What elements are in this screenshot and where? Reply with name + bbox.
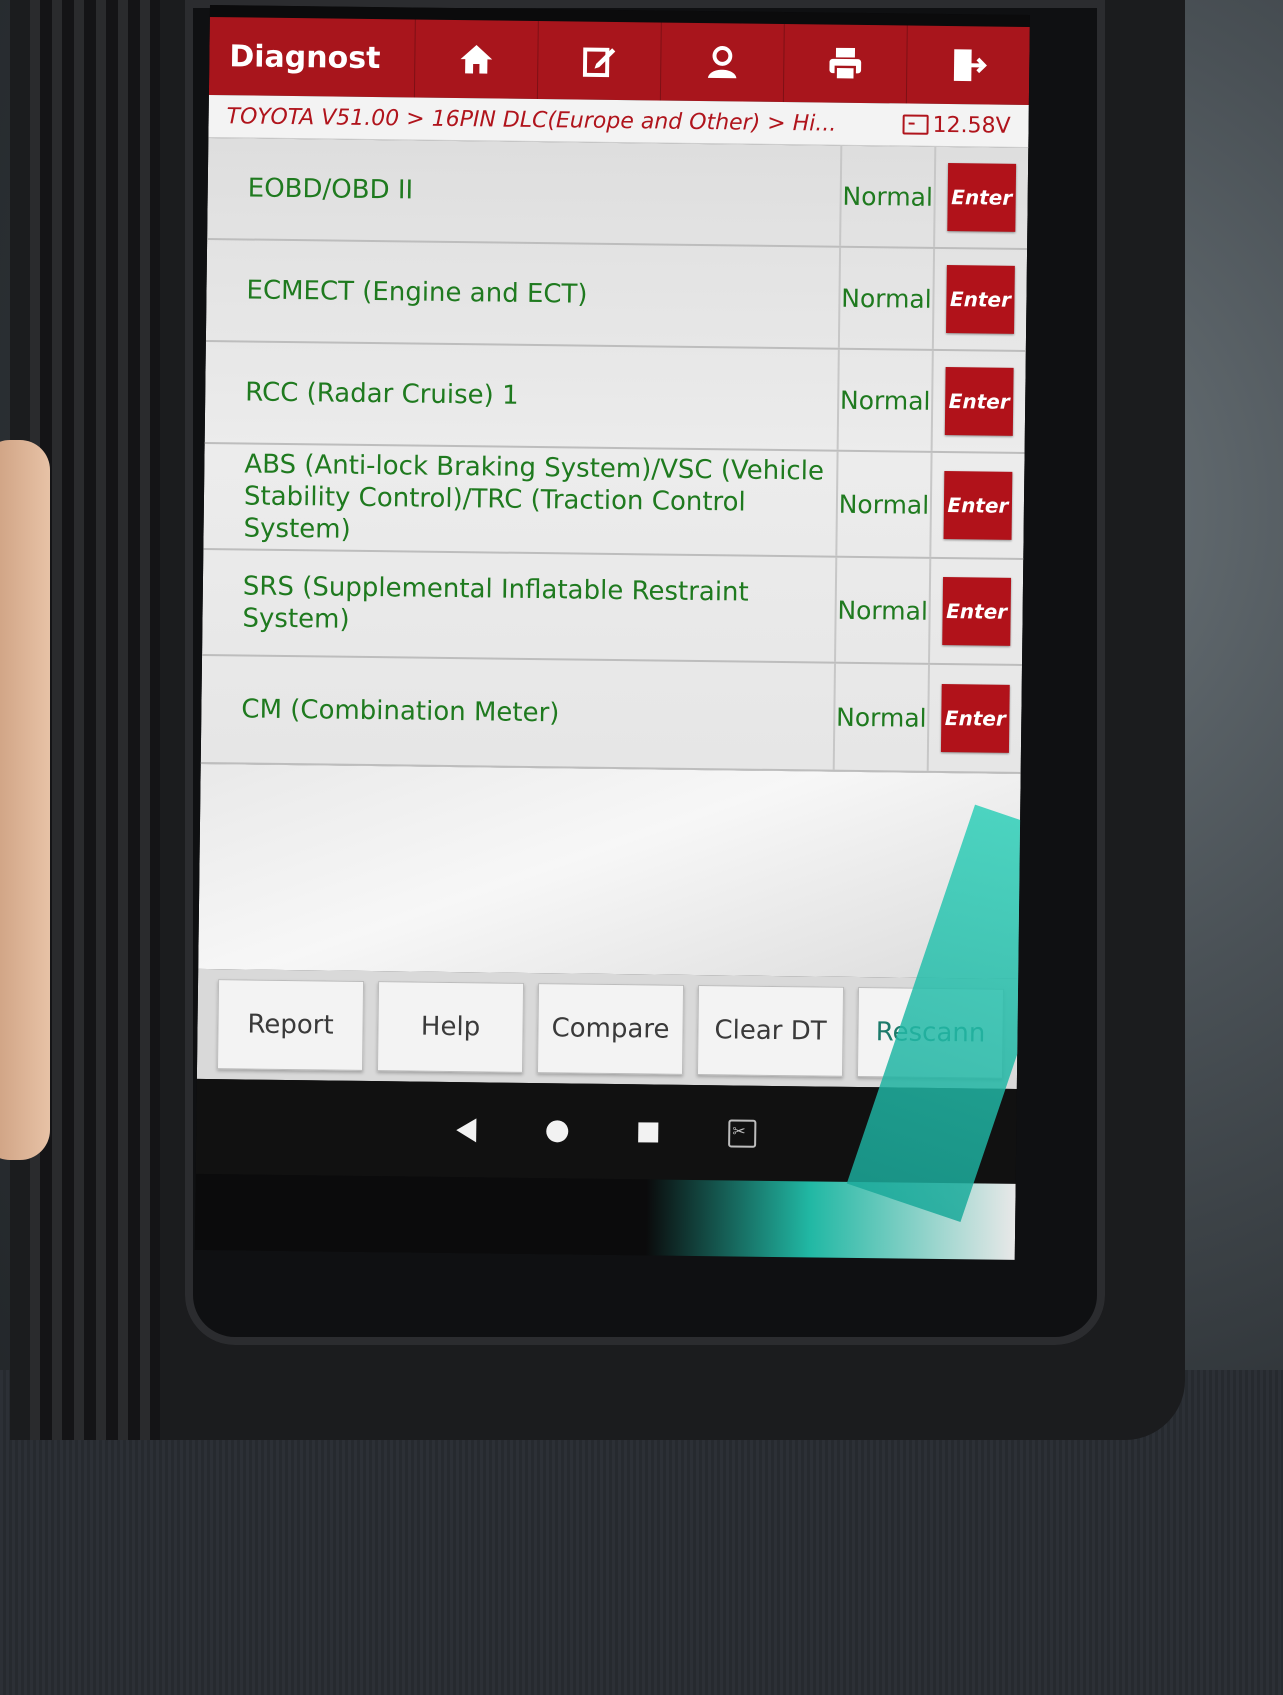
user-icon bbox=[707, 46, 737, 79]
help-button[interactable]: Help bbox=[376, 981, 525, 1073]
voltage-value: 12.58V bbox=[932, 112, 1011, 139]
system-row: RCC (Radar Cruise) 1 Normal Enter bbox=[204, 341, 1026, 454]
system-status: Normal bbox=[838, 349, 934, 451]
system-name: RCC (Radar Cruise) 1 bbox=[204, 341, 840, 450]
system-name: ECMECT (Engine and ECT) bbox=[205, 239, 842, 348]
system-action-cell: Enter bbox=[931, 453, 1024, 558]
system-status: Normal bbox=[836, 557, 932, 663]
device-screen: Diagnost TOYOTA V51.00 > 16PIN DLC(Europ… bbox=[194, 5, 1030, 1260]
compare-button[interactable]: Compare bbox=[536, 983, 685, 1075]
system-list: EOBD/OBD II Normal Enter ECMECT (Engine … bbox=[200, 137, 1029, 774]
app-title: Diagnost bbox=[229, 38, 381, 76]
system-action-cell: Enter bbox=[935, 147, 1028, 248]
system-name: EOBD/OBD II bbox=[207, 137, 843, 246]
system-row: ABS (Anti-lock Braking System)/VSC (Vehi… bbox=[203, 443, 1025, 560]
list-empty-area bbox=[198, 763, 1030, 1223]
home-circle-icon[interactable] bbox=[546, 1119, 569, 1142]
exit-icon bbox=[953, 49, 987, 82]
edit-icon bbox=[582, 47, 616, 78]
report-button[interactable]: Report bbox=[216, 979, 365, 1071]
system-row: EOBD/OBD II Normal Enter bbox=[207, 137, 1029, 251]
exit-button[interactable] bbox=[905, 25, 1030, 106]
system-name: CM (Combination Meter) bbox=[200, 655, 836, 770]
breadcrumb[interactable]: TOYOTA V51.00 > 16PIN DLC(Europe and Oth… bbox=[226, 104, 836, 136]
enter-button[interactable]: Enter bbox=[942, 576, 1012, 646]
system-status: Normal bbox=[834, 663, 930, 771]
enter-button[interactable]: Enter bbox=[943, 471, 1013, 540]
battery-icon bbox=[902, 114, 929, 135]
system-status: Normal bbox=[841, 145, 937, 247]
system-name: ABS (Anti-lock Braking System)/VSC (Vehi… bbox=[203, 443, 839, 556]
screenshot-icon[interactable] bbox=[728, 1118, 757, 1148]
enter-button[interactable]: Enter bbox=[944, 367, 1014, 436]
clear-dtc-button[interactable]: Clear DT bbox=[696, 985, 845, 1077]
print-icon bbox=[829, 47, 862, 81]
home-icon bbox=[460, 45, 493, 74]
enter-button[interactable]: Enter bbox=[940, 683, 1010, 753]
system-action-cell: Enter bbox=[929, 665, 1022, 772]
print-button[interactable] bbox=[782, 24, 907, 104]
edit-button[interactable] bbox=[536, 21, 661, 101]
system-status: Normal bbox=[837, 451, 933, 557]
back-icon[interactable] bbox=[456, 1117, 477, 1142]
home-button[interactable] bbox=[413, 19, 538, 100]
battery-voltage: 12.58V bbox=[902, 112, 1011, 139]
system-name: SRS (Supplemental Inflatable Restraint S… bbox=[202, 549, 838, 662]
system-row: SRS (Supplemental Inflatable Restraint S… bbox=[202, 549, 1024, 666]
system-row: ECMECT (Engine and ECT) Normal Enter bbox=[205, 239, 1028, 352]
app-toolbar bbox=[413, 19, 1030, 106]
recent-apps-icon[interactable] bbox=[638, 1121, 659, 1143]
app-bar: Diagnost bbox=[208, 16, 1030, 106]
hand bbox=[0, 440, 50, 1160]
system-status: Normal bbox=[839, 247, 936, 349]
system-action-cell: Enter bbox=[933, 351, 1026, 452]
system-action-cell: Enter bbox=[930, 559, 1023, 664]
system-action-cell: Enter bbox=[934, 249, 1027, 350]
user-button[interactable] bbox=[659, 22, 784, 103]
enter-button[interactable]: Enter bbox=[947, 163, 1017, 232]
system-row: CM (Combination Meter) Normal Enter bbox=[200, 655, 1022, 774]
enter-button[interactable]: Enter bbox=[946, 265, 1015, 334]
